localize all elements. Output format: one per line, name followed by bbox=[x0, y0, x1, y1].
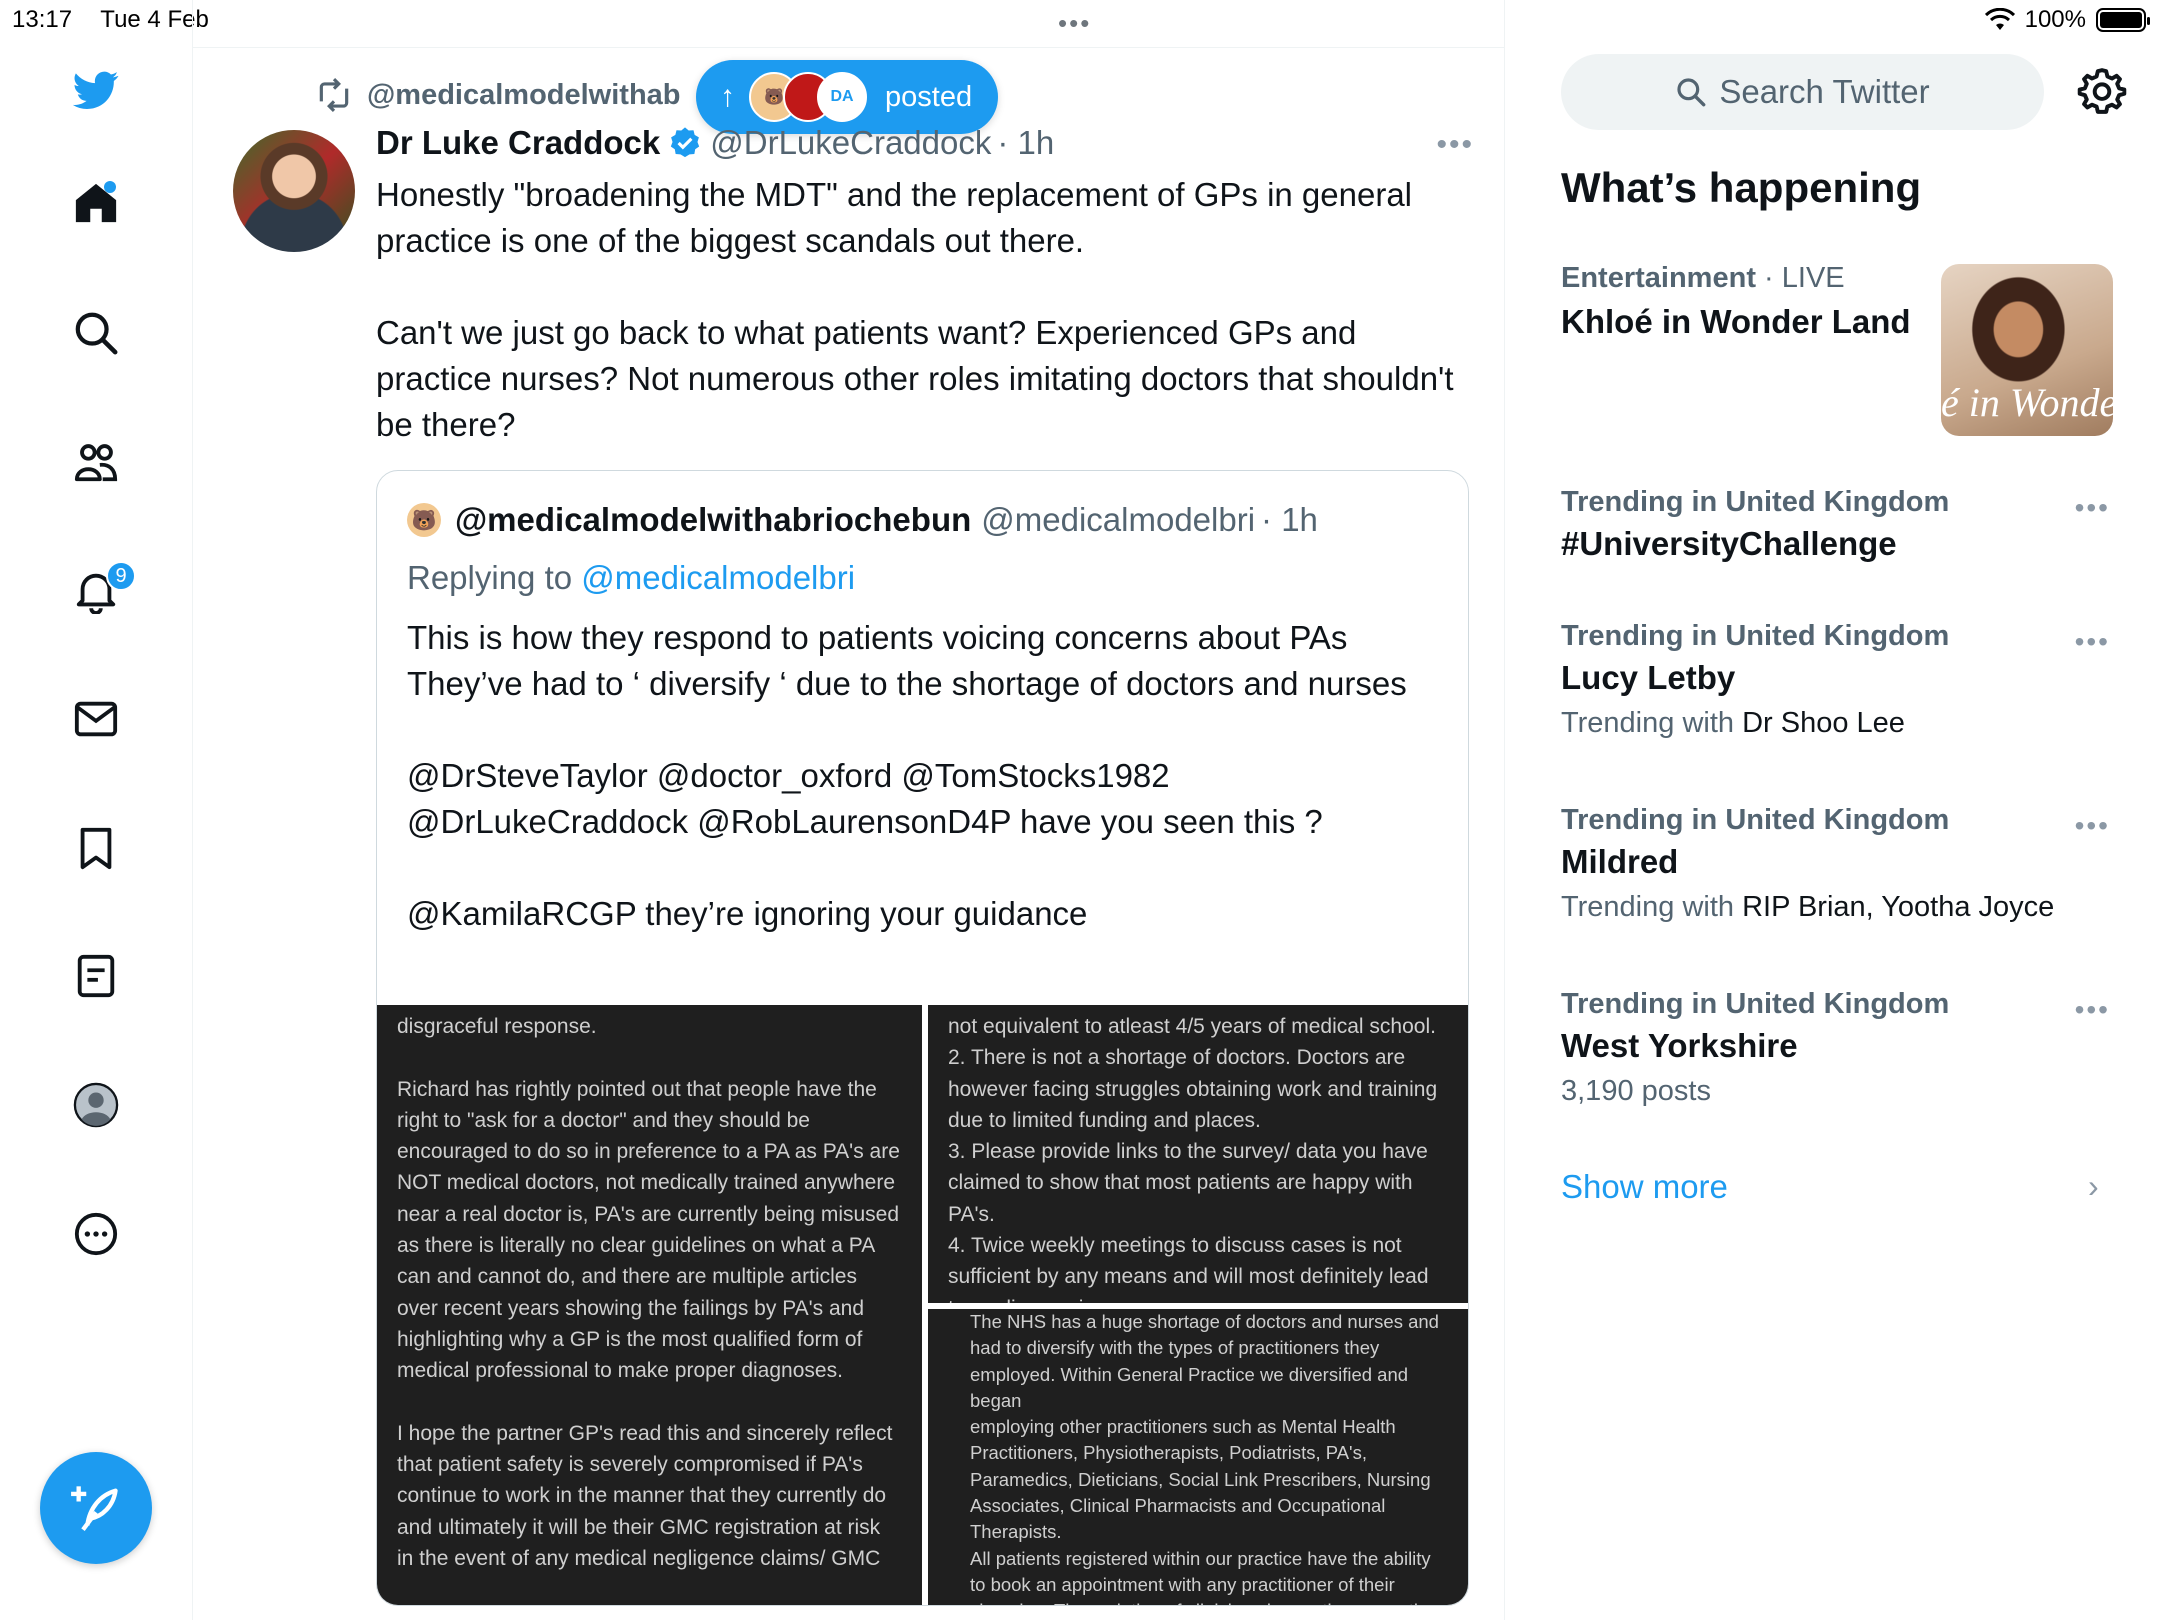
tweet-more-icon[interactable]: ••• bbox=[1436, 128, 1474, 162]
communities-icon[interactable] bbox=[66, 432, 126, 492]
author-avatar[interactable] bbox=[233, 130, 355, 252]
quoted-author-name: @medicalmodelwithabriochebun bbox=[455, 501, 972, 538]
quoted-tweet[interactable]: 🐻 @medicalmodelwithabriochebun @medicalm… bbox=[376, 470, 1469, 1606]
featured-trend-meta: Entertainment · LIVE bbox=[1561, 262, 1911, 295]
profile-icon[interactable] bbox=[66, 1075, 126, 1135]
search-input[interactable]: Search Twitter bbox=[1561, 54, 2044, 130]
featured-trend[interactable]: Entertainment · LIVE Khloé in Wonder Lan… bbox=[1561, 262, 1911, 341]
trend-meta: Trending in United Kingdom bbox=[1561, 988, 1950, 1020]
media-image-2[interactable]: not equivalent to atleast 4/5 years of m… bbox=[928, 1005, 1468, 1303]
trend-more-icon[interactable]: ••• bbox=[2075, 492, 2110, 524]
author-handle[interactable]: @DrLukeCraddock bbox=[710, 124, 991, 162]
quoted-media-grid: disgraceful response. Richard has rightl… bbox=[377, 1005, 1468, 1605]
replying-to-prefix: Replying to bbox=[407, 559, 573, 596]
retweet-icon bbox=[319, 78, 349, 112]
trend-subtext: 3,190 posts bbox=[1561, 1075, 1711, 1107]
avatar: DA bbox=[817, 72, 867, 122]
trend-item[interactable]: Trending in United Kingdom West Yorkshir… bbox=[1561, 988, 1949, 1108]
retweeted-by: @medicalmodelwithab bbox=[367, 78, 681, 111]
trend-sub-value: Dr Shoo Lee bbox=[1742, 707, 1905, 739]
quoted-author-handle: @medicalmodelbri bbox=[981, 501, 1256, 538]
tweet-time[interactable]: · 1h bbox=[997, 124, 1054, 162]
home-unread-dot bbox=[104, 181, 116, 193]
twitter-logo-icon[interactable] bbox=[66, 60, 126, 120]
trend-subtext: Trending with Dr Shoo Lee bbox=[1561, 707, 1949, 740]
trend-meta: Trending in United Kingdom bbox=[1561, 620, 1950, 652]
settings-gear-icon[interactable] bbox=[2077, 66, 2127, 116]
tweet-text: Honestly "broadening the MDT" and the re… bbox=[376, 176, 1454, 443]
posted-label: posted bbox=[885, 80, 973, 113]
search-icon[interactable] bbox=[66, 303, 126, 363]
quoted-tweet-text: This is how they respond to patients voi… bbox=[407, 619, 1407, 932]
trend-meta: Trending in United Kingdom bbox=[1561, 486, 1950, 518]
search-icon bbox=[1677, 78, 1706, 107]
trend-subtext: Trending with RIP Brian, Yootha Joyce bbox=[1561, 891, 2054, 924]
trend-title: Mildred bbox=[1561, 843, 1679, 880]
home-icon[interactable] bbox=[66, 173, 126, 233]
more-icon[interactable] bbox=[66, 1204, 126, 1264]
chevron-right-icon: › bbox=[2088, 1168, 2099, 1204]
quoted-author-avatar: 🐻 bbox=[407, 503, 441, 537]
verified-badge-icon bbox=[671, 127, 700, 158]
trend-sub-prefix: Trending with bbox=[1561, 891, 1735, 923]
media-image-3[interactable]: The NHS has a huge shortage of doctors a… bbox=[928, 1309, 1468, 1605]
quoted-tweet-header: 🐻 @medicalmodelwithabriochebun @medicalm… bbox=[407, 501, 1318, 539]
retweet-context[interactable]: @medicalmodelwithab bbox=[315, 76, 681, 114]
compose-feather-icon bbox=[71, 1486, 118, 1531]
live-label: · LIVE bbox=[1764, 262, 1845, 294]
bookmarks-icon[interactable] bbox=[66, 818, 126, 878]
trend-more-icon[interactable]: ••• bbox=[2075, 626, 2110, 658]
battery-percent: 100% bbox=[2024, 6, 2086, 33]
thumbnail-caption: é in Wonder L bbox=[1941, 380, 2113, 425]
featured-category: Entertainment bbox=[1561, 262, 1756, 294]
featured-trend-title: Khloé in Wonder Land bbox=[1561, 303, 1911, 340]
status-bar-right: 100% bbox=[1984, 6, 2150, 34]
whats-happening-title: What’s happening bbox=[1561, 164, 1922, 211]
notifications-icon[interactable]: 9 bbox=[66, 561, 136, 621]
new-posts-pill[interactable]: ↑ 🐻 DA posted bbox=[696, 60, 998, 134]
notifications-badge: 9 bbox=[106, 561, 136, 591]
trend-more-icon[interactable]: ••• bbox=[2075, 994, 2110, 1026]
left-navigation: 9 bbox=[0, 0, 193, 1620]
tweet-header: Dr Luke Craddock @DrLukeCraddock · 1h bbox=[376, 124, 1054, 162]
trend-title: #UniversityChallenge bbox=[1561, 525, 1897, 562]
replying-to: Replying to @medicalmodelbri bbox=[407, 559, 855, 597]
arrow-up-icon: ↑ bbox=[720, 80, 735, 113]
quoted-tweet-time: · 1h bbox=[1261, 501, 1318, 538]
featured-trend-thumbnail[interactable]: é in Wonder L bbox=[1941, 264, 2113, 436]
trend-title: West Yorkshire bbox=[1561, 1027, 1798, 1064]
lists-icon[interactable] bbox=[66, 946, 126, 1006]
battery-icon bbox=[2096, 8, 2150, 32]
trend-item[interactable]: Trending in United Kingdom #UniversityCh… bbox=[1561, 486, 1949, 563]
trend-item[interactable]: Trending in United Kingdom Lucy Letby Tr… bbox=[1561, 620, 1949, 740]
timeline: @medicalmodelwithab ↑ 🐻 DA posted Dr Luk… bbox=[193, 0, 1505, 1620]
replying-to-link[interactable]: @medicalmodelbri bbox=[581, 559, 855, 596]
trend-more-icon[interactable]: ••• bbox=[2075, 810, 2110, 842]
search-placeholder: Search Twitter bbox=[1719, 73, 1930, 110]
trend-title: Lucy Letby bbox=[1561, 659, 1736, 696]
messages-icon[interactable] bbox=[66, 689, 126, 749]
divider bbox=[193, 47, 1504, 48]
trend-sub-prefix: Trending with bbox=[1561, 707, 1735, 739]
trend-meta: Trending in United Kingdom bbox=[1561, 804, 1950, 836]
trend-sub-value: RIP Brian, Yootha Joyce bbox=[1742, 891, 2055, 923]
author-name[interactable]: Dr Luke Craddock bbox=[376, 124, 660, 162]
compose-tweet-button[interactable] bbox=[40, 1452, 152, 1564]
show-more-link[interactable]: Show more bbox=[1561, 1168, 1728, 1206]
trend-item[interactable]: Trending in United Kingdom Mildred Trend… bbox=[1561, 804, 2054, 924]
media-image-1[interactable]: disgraceful response. Richard has rightl… bbox=[377, 1005, 922, 1605]
wifi-icon bbox=[1984, 8, 2015, 30]
